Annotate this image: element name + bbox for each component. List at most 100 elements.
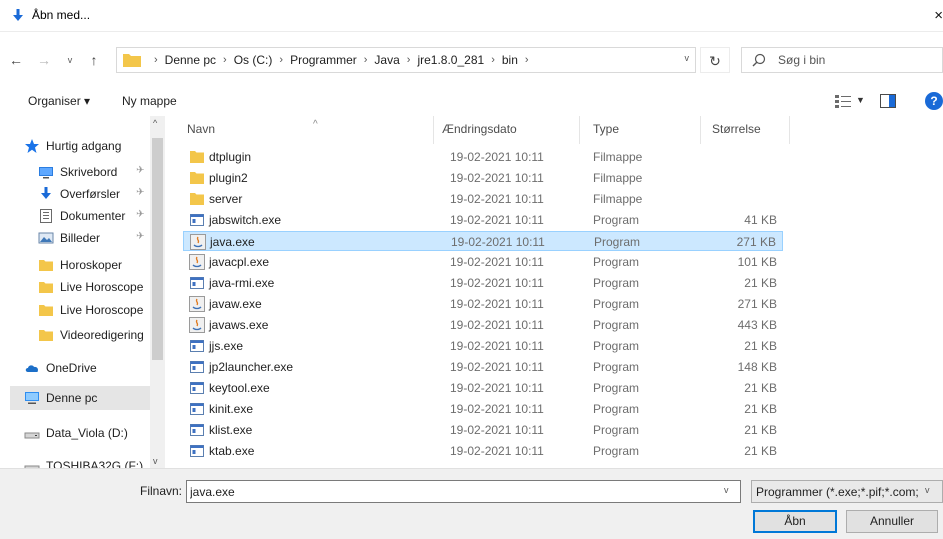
breadcrumb-separator[interactable]: › bbox=[491, 54, 495, 66]
search-input[interactable]: Søg i bin bbox=[778, 53, 825, 67]
breadcrumb-separator[interactable]: › bbox=[407, 54, 411, 66]
file-date: 19-02-2021 10:11 bbox=[450, 318, 544, 332]
sidebar-item[interactable]: Denne pc bbox=[10, 386, 150, 410]
computer-icon bbox=[24, 390, 40, 406]
java-app-icon bbox=[189, 317, 205, 333]
filename-input[interactable] bbox=[186, 480, 741, 503]
pin-icon: ✈ bbox=[136, 165, 145, 176]
file-date: 19-02-2021 10:11 bbox=[450, 213, 544, 227]
folder-icon bbox=[38, 327, 54, 343]
sidebar-scrollbar[interactable]: ^ v bbox=[150, 116, 165, 468]
folder-icon bbox=[189, 170, 205, 186]
file-row[interactable]: java.exe 19-02-2021 10:11 Program 271 KB bbox=[183, 231, 783, 251]
column-header-type[interactable]: Type bbox=[593, 116, 701, 144]
breadcrumb-item[interactable]: Denne pc bbox=[165, 53, 216, 67]
chevron-down-icon[interactable]: v bbox=[925, 485, 930, 495]
up-button[interactable]: ↑ bbox=[84, 50, 104, 70]
navigation-bar: ← → v ↑ › Denne pc › Os (C:) › Programmer › Jav… bbox=[0, 42, 943, 78]
file-row[interactable]: dtplugin 19-02-2021 10:11 Filmappe bbox=[183, 147, 783, 167]
breadcrumb-separator[interactable]: › bbox=[223, 54, 227, 66]
sidebar-item[interactable]: OneDrive bbox=[10, 356, 150, 380]
executable-icon bbox=[189, 338, 205, 354]
breadcrumb-item[interactable]: Programmer bbox=[290, 53, 357, 67]
scroll-up-icon[interactable]: ^ bbox=[153, 118, 157, 128]
file-type: Program bbox=[593, 402, 640, 416]
sidebar-item-label: Denne pc bbox=[46, 391, 98, 405]
refresh-button[interactable]: ↻ bbox=[700, 47, 730, 73]
file-type: Program bbox=[593, 255, 640, 269]
recent-locations-button[interactable]: v bbox=[60, 50, 80, 70]
address-bar[interactable]: › Denne pc › Os (C:) › Programmer › Java › jre1.8… bbox=[116, 47, 696, 73]
sidebar-item[interactable]: Overførsler ✈ bbox=[10, 182, 150, 206]
sidebar-item[interactable]: Live Horoscope bbox=[10, 275, 150, 299]
file-type: Program bbox=[593, 423, 640, 437]
sidebar-item[interactable]: Billeder ✈ bbox=[10, 226, 150, 250]
breadcrumb-separator[interactable]: › bbox=[154, 54, 158, 66]
sidebar-item[interactable]: Live Horoscope bbox=[10, 298, 150, 322]
breadcrumb-item[interactable]: bin bbox=[502, 53, 518, 67]
cancel-button[interactable]: Annuller bbox=[846, 510, 938, 533]
file-row[interactable]: server 19-02-2021 10:11 Filmappe bbox=[183, 189, 783, 209]
sidebar-item[interactable]: Horoskoper bbox=[10, 253, 150, 277]
chevron-down-icon[interactable]: v bbox=[685, 53, 690, 63]
breadcrumb-separator[interactable]: › bbox=[364, 54, 368, 66]
view-options-icon[interactable] bbox=[835, 94, 851, 108]
help-icon[interactable]: ? bbox=[925, 92, 943, 110]
file-date: 19-02-2021 10:11 bbox=[450, 360, 544, 374]
sidebar-item[interactable]: TOSHIBA32G (F:) bbox=[10, 454, 150, 468]
new-folder-button[interactable]: Ny mappe bbox=[122, 94, 177, 108]
file-row[interactable]: java-rmi.exe 19-02-2021 10:11 Program 21 KB bbox=[183, 273, 783, 293]
organise-button[interactable]: Organiser ▾ bbox=[28, 94, 90, 108]
chevron-down-icon[interactable]: ▼ bbox=[856, 95, 865, 105]
file-type: Filmappe bbox=[593, 150, 643, 164]
column-header-name[interactable]: ^ Navn bbox=[176, 116, 434, 144]
scrollbar-thumb[interactable] bbox=[152, 138, 163, 360]
sidebar-item[interactable]: Skrivebord ✈ bbox=[10, 160, 150, 184]
file-type-select[interactable]: Programmer (*.exe;*.pif;*.com; bbox=[751, 480, 943, 503]
file-date: 19-02-2021 10:11 bbox=[450, 339, 544, 353]
file-row[interactable]: jp2launcher.exe 19-02-2021 10:11 Program 14… bbox=[183, 357, 783, 377]
sidebar-item-label: OneDrive bbox=[46, 361, 97, 375]
sidebar-item[interactable]: Videoredigering bbox=[10, 323, 150, 347]
chevron-down-icon[interactable]: v bbox=[724, 485, 729, 495]
search-box[interactable]: Søg i bin bbox=[741, 47, 943, 73]
preview-pane-icon[interactable] bbox=[880, 94, 896, 108]
file-size: 148 KB bbox=[737, 360, 777, 374]
close-button[interactable]: × bbox=[919, 0, 943, 32]
file-name: jp2launcher.exe bbox=[209, 360, 294, 374]
file-date: 19-02-2021 10:11 bbox=[450, 150, 544, 164]
breadcrumb-item[interactable]: jre1.8.0_281 bbox=[417, 53, 484, 67]
file-name: jabswitch.exe bbox=[209, 213, 282, 227]
sidebar-item[interactable]: Data_Viola (D:) bbox=[10, 421, 150, 445]
breadcrumb-separator[interactable]: › bbox=[525, 54, 529, 66]
forward-button[interactable]: → bbox=[34, 50, 54, 70]
scroll-down-icon[interactable]: v bbox=[153, 456, 158, 466]
breadcrumb-separator[interactable]: › bbox=[279, 54, 283, 66]
back-button[interactable]: ← bbox=[6, 50, 26, 70]
file-size: 21 KB bbox=[744, 423, 777, 437]
search-icon bbox=[752, 53, 766, 67]
file-row[interactable]: javacpl.exe 19-02-2021 10:11 Program 101 KB bbox=[183, 252, 783, 272]
file-row[interactable]: jjs.exe 19-02-2021 10:11 Program 21 KB bbox=[183, 336, 783, 356]
file-row[interactable]: ktab.exe 19-02-2021 10:11 Program 21 KB bbox=[183, 441, 783, 461]
breadcrumb-item[interactable]: Java bbox=[374, 53, 399, 67]
sidebar-item[interactable]: Hurtig adgang bbox=[10, 134, 150, 158]
column-header-date[interactable]: Ændringsdato bbox=[442, 116, 580, 144]
sidebar-item-label: Live Horoscope bbox=[60, 303, 144, 317]
breadcrumb-item[interactable]: Os (C:) bbox=[234, 53, 273, 67]
drive-icon bbox=[24, 458, 40, 468]
file-date: 19-02-2021 10:11 bbox=[450, 192, 544, 206]
file-row[interactable]: javaw.exe 19-02-2021 10:11 Program 271 KB bbox=[183, 294, 783, 314]
file-row[interactable]: javaws.exe 19-02-2021 10:11 Program 443 KB bbox=[183, 315, 783, 335]
open-button[interactable]: Åbn bbox=[753, 510, 837, 533]
file-row[interactable]: klist.exe 19-02-2021 10:11 Program 21 KB bbox=[183, 420, 783, 440]
file-row[interactable]: plugin2 19-02-2021 10:11 Filmappe bbox=[183, 168, 783, 188]
sidebar-item[interactable]: Dokumenter ✈ bbox=[10, 204, 150, 228]
navigation-pane: Hurtig adgang Skrivebord ✈ Overførsler ✈ Doku… bbox=[10, 116, 165, 468]
column-header-size[interactable]: Størrelse bbox=[712, 116, 790, 144]
file-row[interactable]: jabswitch.exe 19-02-2021 10:11 Program 41 K… bbox=[183, 210, 783, 230]
executable-icon bbox=[189, 212, 205, 228]
folder-icon bbox=[123, 54, 141, 67]
file-row[interactable]: keytool.exe 19-02-2021 10:11 Program 21 KB bbox=[183, 378, 783, 398]
file-row[interactable]: kinit.exe 19-02-2021 10:11 Program 21 KB bbox=[183, 399, 783, 419]
